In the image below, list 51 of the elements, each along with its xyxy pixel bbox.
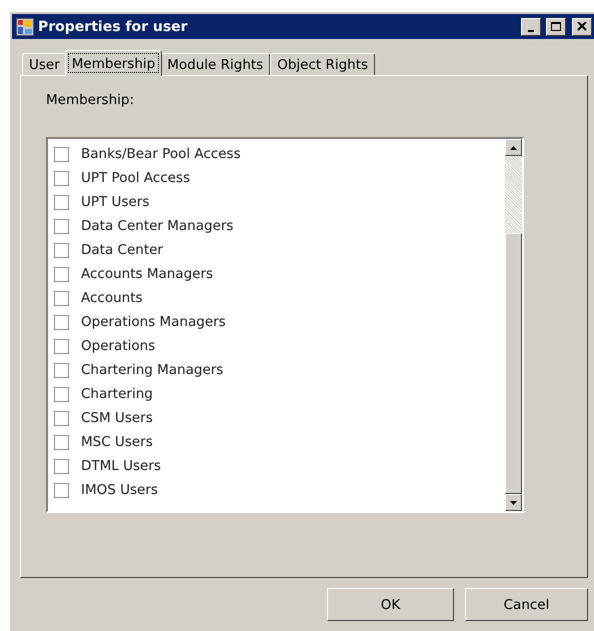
checkbox[interactable] bbox=[54, 434, 69, 450]
close-icon bbox=[577, 22, 587, 31]
group-name: Chartering bbox=[81, 386, 153, 402]
window-title: Properties for user bbox=[38, 18, 189, 34]
scroll-up-button[interactable] bbox=[505, 139, 522, 156]
checkbox[interactable] bbox=[54, 314, 69, 330]
checkbox[interactable] bbox=[54, 458, 69, 474]
app-icon bbox=[16, 18, 34, 36]
checkbox[interactable] bbox=[54, 386, 69, 402]
tab[interactable]: Membership bbox=[64, 50, 162, 76]
minimize-button[interactable] bbox=[521, 18, 541, 36]
ok-button[interactable]: OK bbox=[327, 588, 454, 621]
group-name: UPT Pool Access bbox=[81, 170, 190, 186]
tab[interactable]: Module Rights bbox=[160, 53, 270, 75]
membership-label: Membership: bbox=[46, 92, 135, 108]
scroll-down-button[interactable] bbox=[505, 494, 522, 511]
checkbox[interactable] bbox=[54, 218, 69, 234]
checkbox[interactable] bbox=[54, 242, 69, 258]
group-name: Accounts Managers bbox=[81, 266, 214, 282]
group-name: DTML Users bbox=[81, 458, 161, 474]
group-name: UPT Users bbox=[81, 194, 150, 210]
tab[interactable]: User bbox=[22, 53, 67, 75]
checkbox[interactable] bbox=[54, 266, 69, 282]
group-name: IMOS Users bbox=[81, 482, 158, 498]
checkbox[interactable] bbox=[54, 482, 69, 498]
down-arrow-icon bbox=[510, 500, 517, 504]
group-name: Accounts bbox=[81, 290, 143, 306]
scrollbar[interactable] bbox=[505, 139, 522, 511]
scroll-thumb[interactable] bbox=[505, 233, 522, 494]
group-name: MSC Users bbox=[81, 434, 153, 450]
group-name: Chartering Managers bbox=[81, 362, 224, 378]
checkbox[interactable] bbox=[54, 170, 69, 186]
group-name: Banks/Bear Pool Access bbox=[81, 146, 241, 162]
checkbox[interactable] bbox=[54, 290, 69, 306]
cancel-button[interactable]: Cancel bbox=[465, 588, 588, 621]
group-name: Operations Managers bbox=[81, 314, 226, 330]
group-name: Data Center Managers bbox=[81, 218, 234, 234]
maximize-button[interactable] bbox=[546, 18, 566, 36]
group-name: Operations bbox=[81, 338, 156, 354]
close-button[interactable] bbox=[572, 18, 592, 36]
checkbox[interactable] bbox=[54, 410, 69, 426]
group-name: Data Center bbox=[81, 242, 163, 258]
up-arrow-icon bbox=[510, 146, 517, 150]
minimize-icon bbox=[528, 30, 534, 32]
checkbox[interactable] bbox=[54, 146, 69, 162]
checkbox[interactable] bbox=[54, 194, 69, 210]
checkbox[interactable] bbox=[54, 338, 69, 354]
maximize-icon bbox=[550, 22, 562, 32]
checkbox[interactable] bbox=[54, 362, 69, 378]
tab[interactable]: Object Rights bbox=[270, 53, 376, 75]
group-name: CSM Users bbox=[81, 410, 153, 426]
